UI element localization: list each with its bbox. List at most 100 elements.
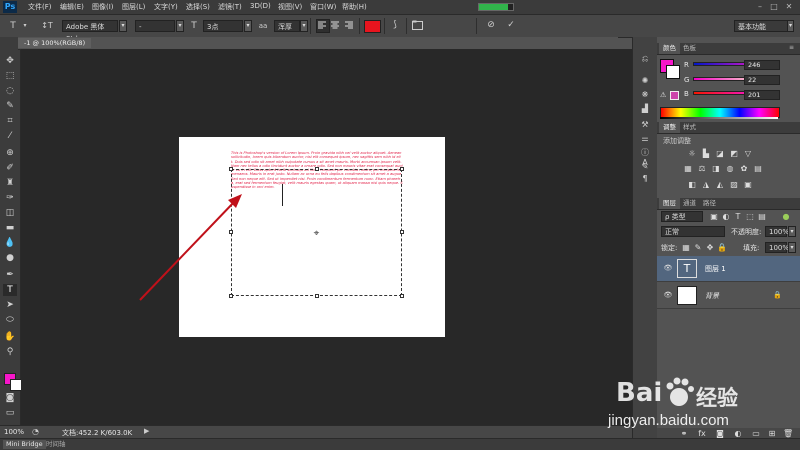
- screen-mode-icon[interactable]: ▭: [3, 407, 17, 419]
- menu-filter[interactable]: 滤镜(T): [218, 2, 242, 12]
- character-panel-icon[interactable]: [412, 20, 424, 32]
- path-selection-tool-icon[interactable]: ➤: [3, 299, 17, 311]
- crop-tool-icon[interactable]: ⌗: [3, 115, 17, 127]
- layer-name[interactable]: 图层 1: [705, 264, 726, 274]
- histogram-icon[interactable]: ▟: [639, 103, 651, 114]
- font-size-dropdown-icon[interactable]: ▾: [244, 20, 252, 32]
- text-color-swatch[interactable]: [364, 20, 381, 33]
- opacity-input[interactable]: 100%: [765, 226, 789, 237]
- chevron-down-icon[interactable]: ▾: [22, 20, 28, 32]
- minimize-button[interactable]: –: [755, 2, 765, 11]
- font-style-select[interactable]: -: [135, 20, 175, 32]
- invert-icon[interactable]: ◧: [687, 180, 697, 189]
- transform-handle[interactable]: [315, 167, 319, 171]
- menu-image[interactable]: 图像(I): [92, 2, 114, 12]
- workspace-dropdown-icon[interactable]: ▾: [787, 20, 794, 32]
- properties-icon[interactable]: ⚌: [639, 133, 651, 144]
- shape-tool-icon[interactable]: ⬭: [3, 314, 17, 326]
- black-white-icon[interactable]: ◨: [711, 164, 721, 173]
- hand-tool-icon[interactable]: ✋: [3, 331, 17, 343]
- menu-layer[interactable]: 图层(L): [122, 2, 145, 12]
- threshold-icon[interactable]: ◭: [715, 180, 725, 189]
- align-left-icon[interactable]: [316, 19, 330, 33]
- green-value-input[interactable]: 22: [744, 75, 780, 85]
- clone-source-icon[interactable]: ❋: [639, 89, 651, 100]
- close-button[interactable]: ✕: [784, 2, 794, 11]
- gradient-tool-icon[interactable]: ▬: [3, 222, 17, 234]
- commit-edit-icon[interactable]: ✓: [504, 19, 518, 31]
- tool-presets-icon[interactable]: ⚒: [639, 119, 651, 130]
- type-tool-preset-icon[interactable]: T: [6, 20, 20, 32]
- transform-handle[interactable]: [400, 294, 404, 298]
- tab-adjustments[interactable]: 调整: [659, 122, 680, 133]
- visibility-eye-icon[interactable]: 👁: [663, 263, 673, 273]
- filter-pixel-icon[interactable]: ▣: [709, 212, 719, 221]
- transform-handle[interactable]: [315, 294, 319, 298]
- opacity-dropdown-icon[interactable]: ▾: [788, 226, 796, 237]
- background-color-swatch[interactable]: [666, 65, 680, 79]
- vibrance-icon[interactable]: ▽: [743, 149, 753, 158]
- type-tool-icon[interactable]: T: [3, 284, 17, 296]
- quick-mask-icon[interactable]: ◙: [3, 392, 17, 404]
- menu-3d[interactable]: 3D(D): [250, 2, 271, 10]
- align-center-icon[interactable]: [330, 20, 342, 32]
- photo-filter-icon[interactable]: ◍: [725, 164, 735, 173]
- healing-brush-tool-icon[interactable]: ⊕: [3, 147, 17, 159]
- layer-row[interactable]: 👁 T 图层 1: [657, 256, 800, 282]
- eyedropper-tool-icon[interactable]: ⁄: [3, 130, 17, 142]
- layer-row[interactable]: 👁 背景 🔒: [657, 283, 800, 309]
- lock-position-icon[interactable]: ✥: [705, 243, 715, 252]
- blue-value-input[interactable]: 201: [744, 90, 780, 100]
- channel-mixer-icon[interactable]: ✿: [739, 164, 749, 173]
- tab-timeline[interactable]: 时间轴: [46, 440, 66, 449]
- layer-name[interactable]: 背景: [705, 291, 719, 301]
- lock-all-icon[interactable]: 🔒: [717, 243, 727, 252]
- selective-color-icon[interactable]: ▨: [729, 180, 739, 189]
- fill-input[interactable]: 100%: [765, 242, 789, 253]
- lock-transparent-icon[interactable]: ▦: [681, 243, 691, 252]
- font-style-dropdown-icon[interactable]: ▾: [176, 20, 184, 32]
- font-size-select[interactable]: 3点: [203, 20, 243, 32]
- clone-stamp-tool-icon[interactable]: ♜: [3, 177, 17, 189]
- curves-icon[interactable]: ◪: [715, 149, 725, 158]
- document-tab[interactable]: -1 @ 100%(RGB/8): [18, 38, 92, 48]
- tab-color[interactable]: 颜色: [659, 43, 680, 54]
- exposure-icon[interactable]: ◩: [729, 149, 739, 158]
- transform-handle[interactable]: [400, 230, 404, 234]
- layer-filter-select[interactable]: ρ 类型: [661, 211, 703, 222]
- text-orientation-icon[interactable]: ↕T: [38, 20, 56, 32]
- brightness-contrast-icon[interactable]: ☼: [687, 149, 697, 158]
- filter-shape-icon[interactable]: ⬚: [745, 212, 755, 221]
- character-icon[interactable]: A: [639, 157, 651, 168]
- transform-handle[interactable]: [400, 167, 404, 171]
- panel-menu-icon[interactable]: ≡: [789, 44, 794, 51]
- menu-type[interactable]: 文字(Y): [154, 2, 178, 12]
- visibility-eye-icon[interactable]: 👁: [663, 290, 673, 300]
- lasso-tool-icon[interactable]: ◌: [3, 85, 17, 97]
- brush-preset-icon[interactable]: ✺: [639, 75, 651, 86]
- paragraph-icon[interactable]: ¶: [639, 173, 651, 184]
- color-lookup-icon[interactable]: ▤: [753, 164, 763, 173]
- workspace-switcher[interactable]: 基本功能: [734, 20, 788, 32]
- menu-help[interactable]: 帮助(H): [342, 2, 367, 12]
- maximize-button[interactable]: □: [769, 2, 779, 11]
- status-info-icon[interactable]: ◔: [32, 427, 39, 436]
- warp-text-icon[interactable]: ⟆: [388, 19, 402, 31]
- move-tool-icon[interactable]: ✥: [3, 55, 17, 67]
- grayscale-ramp[interactable]: [660, 117, 778, 119]
- blur-tool-icon[interactable]: 💧: [3, 237, 17, 249]
- tab-styles[interactable]: 样式: [679, 122, 700, 133]
- tab-swatches[interactable]: 色板: [679, 43, 700, 54]
- brush-tool-icon[interactable]: ✐: [3, 162, 17, 174]
- gradient-map-icon[interactable]: ▣: [743, 180, 753, 189]
- posterize-icon[interactable]: ◮: [701, 180, 711, 189]
- dodge-tool-icon[interactable]: ●: [3, 252, 17, 264]
- quick-selection-tool-icon[interactable]: ✎: [3, 100, 17, 112]
- hue-saturation-icon[interactable]: ▦: [683, 164, 693, 173]
- font-family-select[interactable]: Adobe 黑体 Std: [62, 20, 118, 43]
- tab-channels[interactable]: 通道: [679, 198, 700, 209]
- filter-adjustment-icon[interactable]: ◐: [721, 212, 731, 221]
- transform-handle[interactable]: [229, 167, 233, 171]
- tab-paths[interactable]: 路径: [699, 198, 720, 209]
- menu-view[interactable]: 视图(V): [278, 2, 302, 12]
